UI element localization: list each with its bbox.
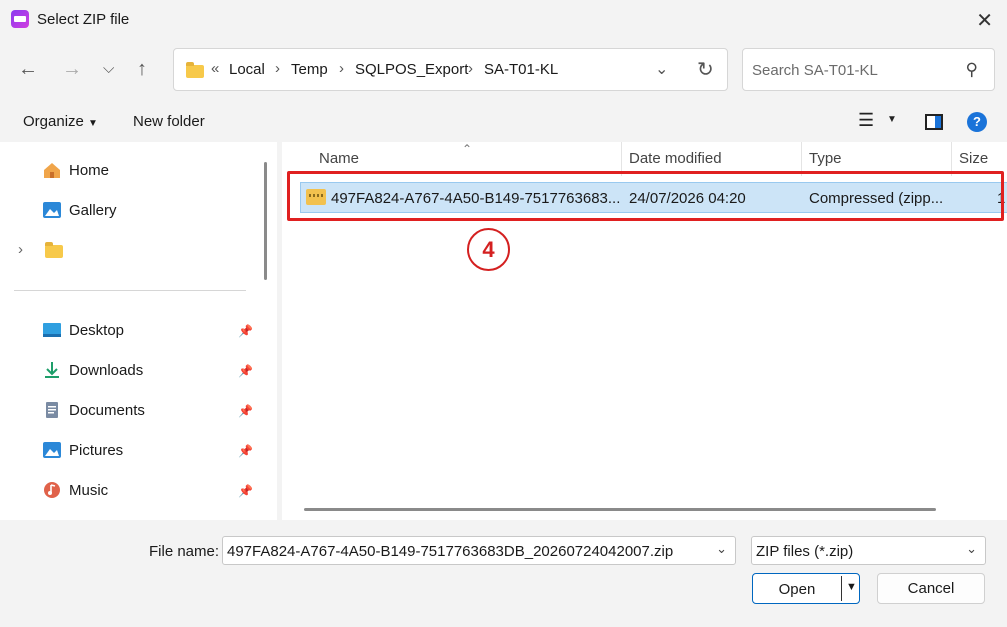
breadcrumb-item-current[interactable]: SA-T01-KL	[484, 61, 558, 78]
sort-ascending-icon: ⌃	[462, 142, 473, 156]
title-bar: Select ZIP file ✕	[0, 0, 1007, 40]
search-icon: ⚲	[965, 60, 978, 79]
sidebar-item-label: Downloads	[69, 362, 144, 379]
breadcrumb-item-sqlpos-export[interactable]: SQLPOS_Export	[355, 61, 468, 78]
file-type-value: ZIP files (*.zip)	[756, 543, 854, 560]
address-dropdown-chevron-icon[interactable]: ⌄	[655, 59, 668, 79]
cancel-button[interactable]: Cancel	[877, 573, 985, 604]
breadcrumb-overflow[interactable]: «	[211, 60, 219, 77]
back-arrow-icon[interactable]: ←	[18, 58, 38, 81]
close-icon[interactable]: ✕	[976, 8, 993, 33]
chevron-down-icon[interactable]: ⌄	[716, 541, 727, 557]
chevron-right-icon: ›	[468, 60, 473, 77]
column-header-date-modified[interactable]: Date modified	[629, 150, 722, 167]
chevron-right-icon: ›	[275, 60, 280, 77]
step-callout: 4	[467, 228, 510, 271]
chevron-right-icon: ›	[339, 60, 344, 77]
folder-icon	[45, 242, 63, 258]
file-name-label: File name:	[149, 543, 220, 560]
view-options-caret-icon[interactable]: ▼	[887, 114, 897, 125]
horizontal-scrollbar[interactable]	[304, 508, 936, 511]
sidebar-item-label: Home	[69, 162, 110, 179]
sidebar-item-label: Music	[69, 482, 109, 499]
pin-icon[interactable]: 📌	[238, 324, 253, 338]
recent-locations-chevron-icon[interactable]: ⌵	[103, 60, 114, 77]
sidebar-item-label: Gallery	[69, 202, 117, 219]
desktop-icon	[42, 321, 62, 339]
pin-icon[interactable]: 📌	[238, 484, 253, 498]
music-icon	[42, 481, 62, 499]
navigation-pane: Home Gallery › Desktop 📌 Downloads 📌 Doc…	[0, 142, 277, 520]
breadcrumb-item-local[interactable]: Local	[229, 61, 265, 78]
caret-down-icon: ▼	[88, 118, 98, 129]
chevron-down-icon[interactable]: ⌄	[966, 541, 977, 557]
column-header-size[interactable]: Size	[959, 150, 988, 167]
divider	[14, 290, 246, 291]
search-input[interactable]: Search SA-T01-KL	[752, 62, 878, 79]
expand-chevron-icon[interactable]: ›	[18, 241, 23, 258]
folder-icon	[186, 62, 204, 78]
sidebar-item-label: Documents	[69, 402, 145, 419]
file-type-select[interactable]: ZIP files (*.zip) ⌄	[751, 536, 986, 565]
pin-icon[interactable]: 📌	[238, 364, 253, 378]
breadcrumb-item-temp[interactable]: Temp	[291, 61, 328, 78]
refresh-icon[interactable]: ↻	[697, 57, 714, 82]
column-header-name[interactable]: Name	[319, 150, 359, 167]
window-title: Select ZIP file	[37, 11, 130, 28]
file-name-field[interactable]: 497FA824-A767-4A50-B149-7517763683DB_202…	[222, 536, 736, 565]
file-name-value[interactable]: 497FA824-A767-4A50-B149-7517763683DB_202…	[227, 543, 673, 560]
organize-label: Organize	[23, 113, 84, 130]
help-icon[interactable]: ?	[967, 112, 987, 132]
app-icon	[11, 10, 29, 28]
open-button[interactable]: Open ▼	[752, 573, 860, 604]
documents-icon	[42, 401, 62, 419]
sidebar-item-label: Pictures	[69, 442, 124, 459]
view-options-icon[interactable]: ☰	[858, 110, 874, 131]
preview-pane-icon[interactable]	[925, 114, 943, 130]
home-icon	[42, 161, 62, 179]
open-options-caret-icon[interactable]: ▼	[846, 581, 857, 593]
sidebar-scrollbar[interactable]	[264, 162, 267, 280]
highlight-box	[287, 171, 1004, 221]
address-bar[interactable]: « Local › Temp › SQLPOS_Export › SA-T01-…	[173, 48, 728, 91]
up-arrow-icon[interactable]: ↑	[137, 58, 147, 81]
forward-arrow-icon[interactable]: →	[62, 58, 82, 81]
new-folder-button[interactable]: New folder	[133, 113, 205, 130]
pin-icon[interactable]: 📌	[238, 444, 253, 458]
split-divider	[841, 576, 842, 601]
open-button-label: Open	[778, 581, 816, 598]
pin-icon[interactable]: 📌	[238, 404, 253, 418]
sidebar-item-label: Desktop	[69, 322, 125, 339]
search-box[interactable]: Search SA-T01-KL ⚲	[742, 48, 995, 91]
pictures-icon	[42, 441, 62, 459]
column-header-type[interactable]: Type	[809, 150, 842, 167]
downloads-icon	[42, 361, 62, 379]
organize-button[interactable]: Organize ▼	[23, 113, 98, 130]
gallery-icon	[42, 201, 62, 219]
